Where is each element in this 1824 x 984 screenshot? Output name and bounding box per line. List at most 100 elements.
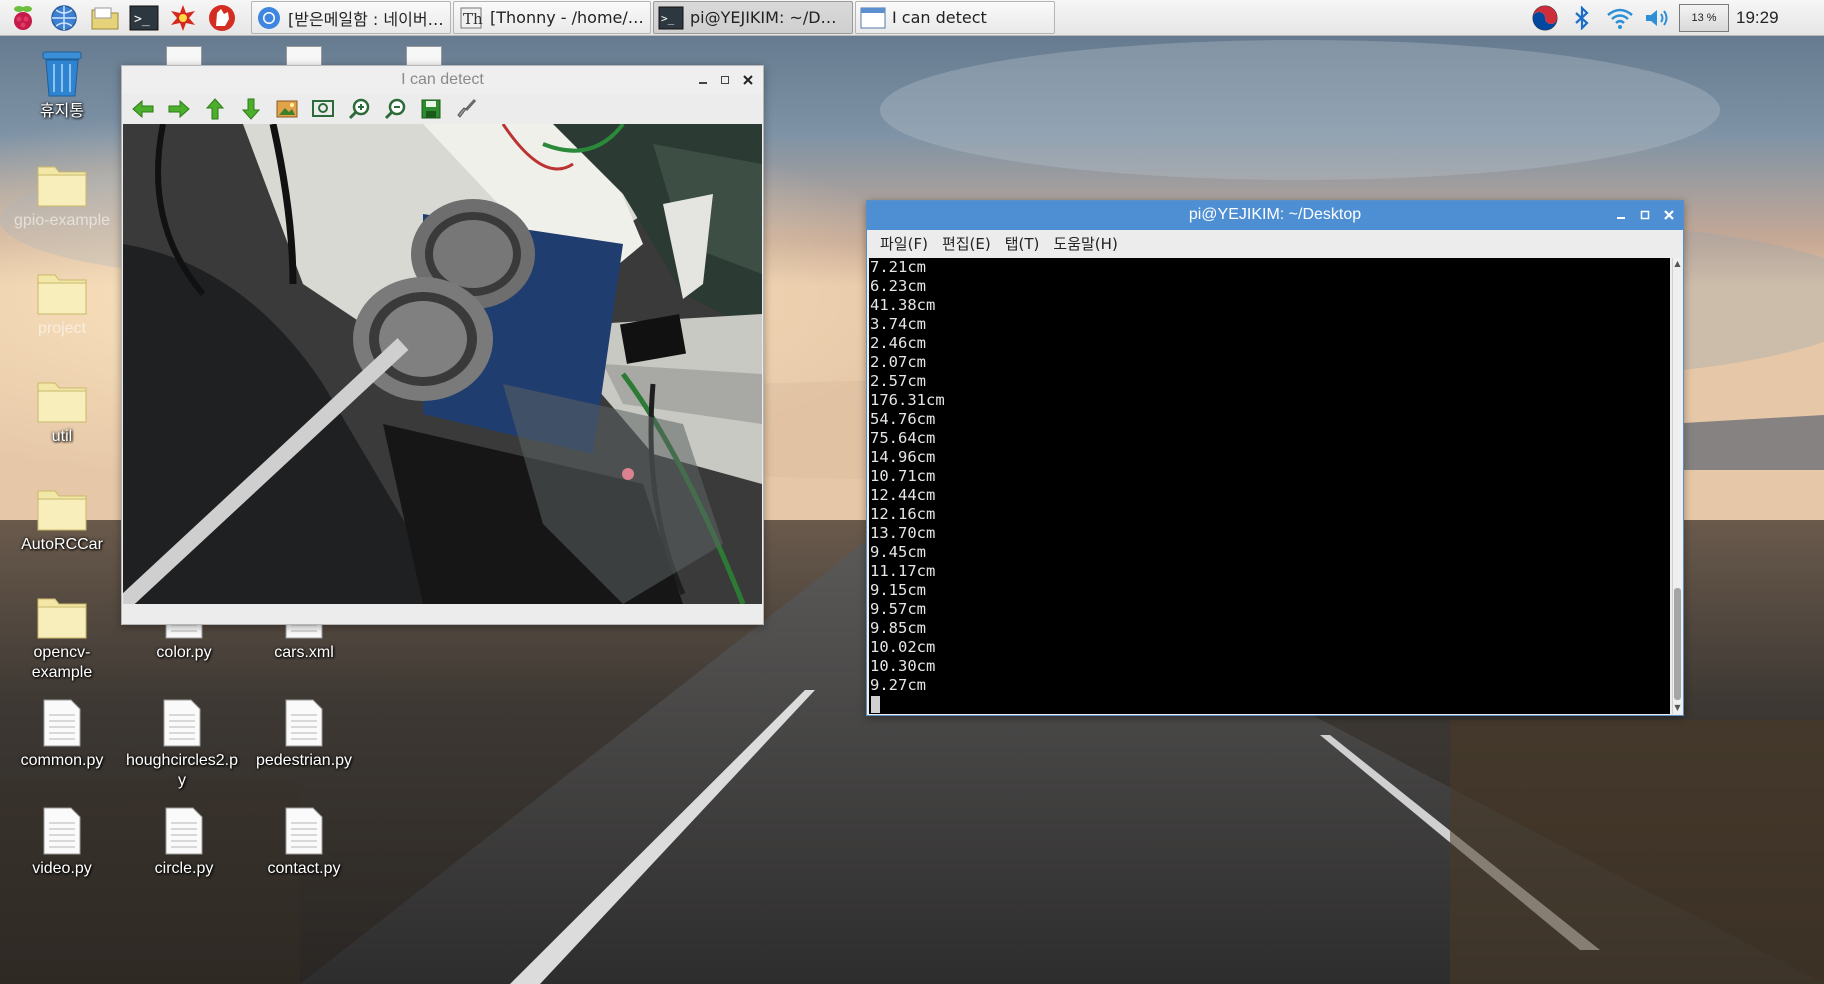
- desktop-icon-circle-py[interactable]: circle.py: [124, 801, 244, 879]
- folder-icon: [36, 261, 88, 315]
- desktop-icon-common-py[interactable]: common.py: [2, 693, 122, 771]
- korean-input-icon[interactable]: [1530, 3, 1560, 33]
- close-button[interactable]: [738, 70, 758, 90]
- task-label: [받은메일함 : 네이버 ...: [288, 9, 448, 29]
- menu-file[interactable]: 파일(F): [873, 233, 935, 254]
- chromium-icon: [256, 5, 282, 31]
- terminal-line: 2.07cm: [870, 353, 926, 371]
- desktop-icon-label: circle.py: [154, 860, 214, 877]
- raspberry-menu-icon[interactable]: [8, 3, 38, 33]
- task-button-detect[interactable]: I can detect: [855, 1, 1055, 34]
- terminal-lines: 7.21cm 6.23cm 41.38cm 3.74cm 2.46cm 2.07cm 2.5…: [870, 258, 945, 695]
- maximize-button[interactable]: [1635, 205, 1655, 225]
- terminal-line: 9.45cm: [870, 543, 926, 561]
- wifi-icon[interactable]: [1604, 3, 1636, 33]
- svg-text:>_: >_: [134, 12, 150, 27]
- terminal-titlebar[interactable]: pi@YEJIKIM: ~/Desktop: [867, 201, 1683, 230]
- viewer-titlebar[interactable]: I can detect: [122, 66, 763, 94]
- desktop-icon-label: pedestrian.py: [255, 752, 353, 769]
- maximize-button[interactable]: [715, 70, 735, 90]
- desktop-icon-autorccar[interactable]: AutoRCCar: [2, 477, 122, 555]
- terminal-line: 9.57cm: [870, 600, 926, 618]
- forward-arrow-icon[interactable]: [165, 96, 193, 122]
- image-viewer-window[interactable]: I can detect: [121, 65, 764, 625]
- terminal-line: 12.16cm: [870, 505, 936, 523]
- terminal-line: 14.96cm: [870, 448, 936, 466]
- desktop-icon-label: AutoRCCar: [21, 536, 103, 553]
- desktop-icon-trash[interactable]: 휴지통: [2, 44, 122, 122]
- terminal-line: 176.31cm: [870, 391, 945, 409]
- desktop-icon-contact-py[interactable]: contact.py: [244, 801, 364, 879]
- viewer-toolbar: [122, 94, 763, 124]
- folder-icon: [36, 585, 88, 639]
- file-icon: [156, 693, 208, 747]
- wolfram-icon[interactable]: [207, 3, 237, 33]
- terminal-scrollbar[interactable]: ▲ ▼: [1672, 258, 1682, 714]
- desktop-icon-label: video.py: [32, 860, 92, 877]
- desktop-icon-label: 휴지통: [39, 103, 85, 120]
- terminal-line: 9.85cm: [870, 619, 926, 637]
- camera-image[interactable]: [123, 124, 762, 604]
- zoom-in-icon[interactable]: [345, 96, 373, 122]
- menu-edit[interactable]: 편집(E): [935, 233, 998, 254]
- desktop-icon-project[interactable]: project: [2, 261, 122, 339]
- file-icon: [278, 693, 330, 747]
- scroll-up-arrow-icon[interactable]: ▲: [1673, 259, 1682, 269]
- terminal-line: 2.46cm: [870, 334, 926, 352]
- terminal-launcher-icon[interactable]: >_: [129, 3, 159, 33]
- clock[interactable]: 19:29: [1736, 0, 1779, 36]
- terminal-line: 13.70cm: [870, 524, 936, 542]
- desktop-icon-video-py[interactable]: video.py: [2, 801, 122, 879]
- cpu-monitor[interactable]: 13 %: [1679, 4, 1729, 32]
- terminal-line: 11.17cm: [870, 562, 936, 580]
- desktop-icon-label: cars.xml: [274, 644, 334, 661]
- cpu-usage-text: 13 %: [1691, 12, 1717, 24]
- desktop-icon-houghcircles2-py[interactable]: houghcircles2.py: [122, 693, 242, 791]
- minimize-button[interactable]: [693, 70, 713, 90]
- window-title: I can detect: [401, 71, 484, 88]
- terminal-line: 2.57cm: [870, 372, 926, 390]
- file-icon: [36, 801, 88, 855]
- folder-icon: [36, 477, 88, 531]
- svg-text:>_: >_: [661, 12, 675, 25]
- menu-tabs[interactable]: 탭(T): [998, 233, 1047, 254]
- desktop-icon-gpio-example[interactable]: gpio-example: [2, 153, 122, 231]
- terminal-line: 54.76cm: [870, 410, 936, 428]
- terminal-window[interactable]: pi@YEJIKIM: ~/Desktop 파일(F) 편집(E) 탭(T) 도…: [866, 200, 1684, 716]
- task-button-mail[interactable]: [받은메일함 : 네이버 ...: [251, 1, 451, 34]
- terminal-output[interactable]: 7.21cm 6.23cm 41.38cm 3.74cm 2.46cm 2.07cm 2.5…: [869, 258, 1670, 714]
- task-button-terminal[interactable]: >_ pi@YEJIKIM: ~/Deskt...: [653, 1, 853, 34]
- up-arrow-icon[interactable]: [201, 96, 229, 122]
- desktop-icon-pedestrian-py[interactable]: pedestrian.py: [244, 693, 364, 771]
- bluetooth-icon[interactable]: [1567, 3, 1597, 33]
- desktop-icon-opencv-example[interactable]: opencv-example: [2, 585, 122, 683]
- task-button-thonny[interactable]: Th [Thonny - /home/pi/...: [453, 1, 651, 34]
- desktop-icon-util[interactable]: util: [2, 369, 122, 447]
- task-label: I can detect: [892, 8, 987, 27]
- menu-help[interactable]: 도움말(H): [1046, 233, 1124, 254]
- trash-icon: [36, 44, 88, 98]
- file-manager-icon[interactable]: [90, 3, 120, 33]
- terminal-line: 7.21cm: [870, 258, 926, 276]
- scroll-down-arrow-icon[interactable]: ▼: [1673, 703, 1682, 713]
- brush-icon[interactable]: [453, 96, 481, 122]
- back-arrow-icon[interactable]: [129, 96, 157, 122]
- zoom-fit-icon[interactable]: [309, 96, 337, 122]
- svg-text:Th: Th: [463, 10, 483, 28]
- close-button[interactable]: [1659, 205, 1679, 225]
- down-arrow-icon[interactable]: [237, 96, 265, 122]
- scroll-thumb[interactable]: [1674, 588, 1681, 700]
- text-cursor: [871, 696, 880, 713]
- desktop-icon-label: opencv-example: [31, 644, 93, 681]
- web-browser-icon[interactable]: [49, 3, 79, 33]
- terminal-line: 6.23cm: [870, 277, 926, 295]
- folder-icon: [36, 153, 88, 207]
- image-icon[interactable]: [273, 96, 301, 122]
- taskbar: >_ [받은메일함 : 네이버 ... Th [Thonny - /home/p…: [0, 0, 1824, 36]
- minimize-button[interactable]: [1611, 205, 1631, 225]
- volume-icon[interactable]: [1642, 3, 1674, 33]
- terminal-line: 75.64cm: [870, 429, 936, 447]
- zoom-out-icon[interactable]: [381, 96, 409, 122]
- math-app-icon[interactable]: [168, 3, 198, 33]
- save-icon[interactable]: [417, 96, 445, 122]
